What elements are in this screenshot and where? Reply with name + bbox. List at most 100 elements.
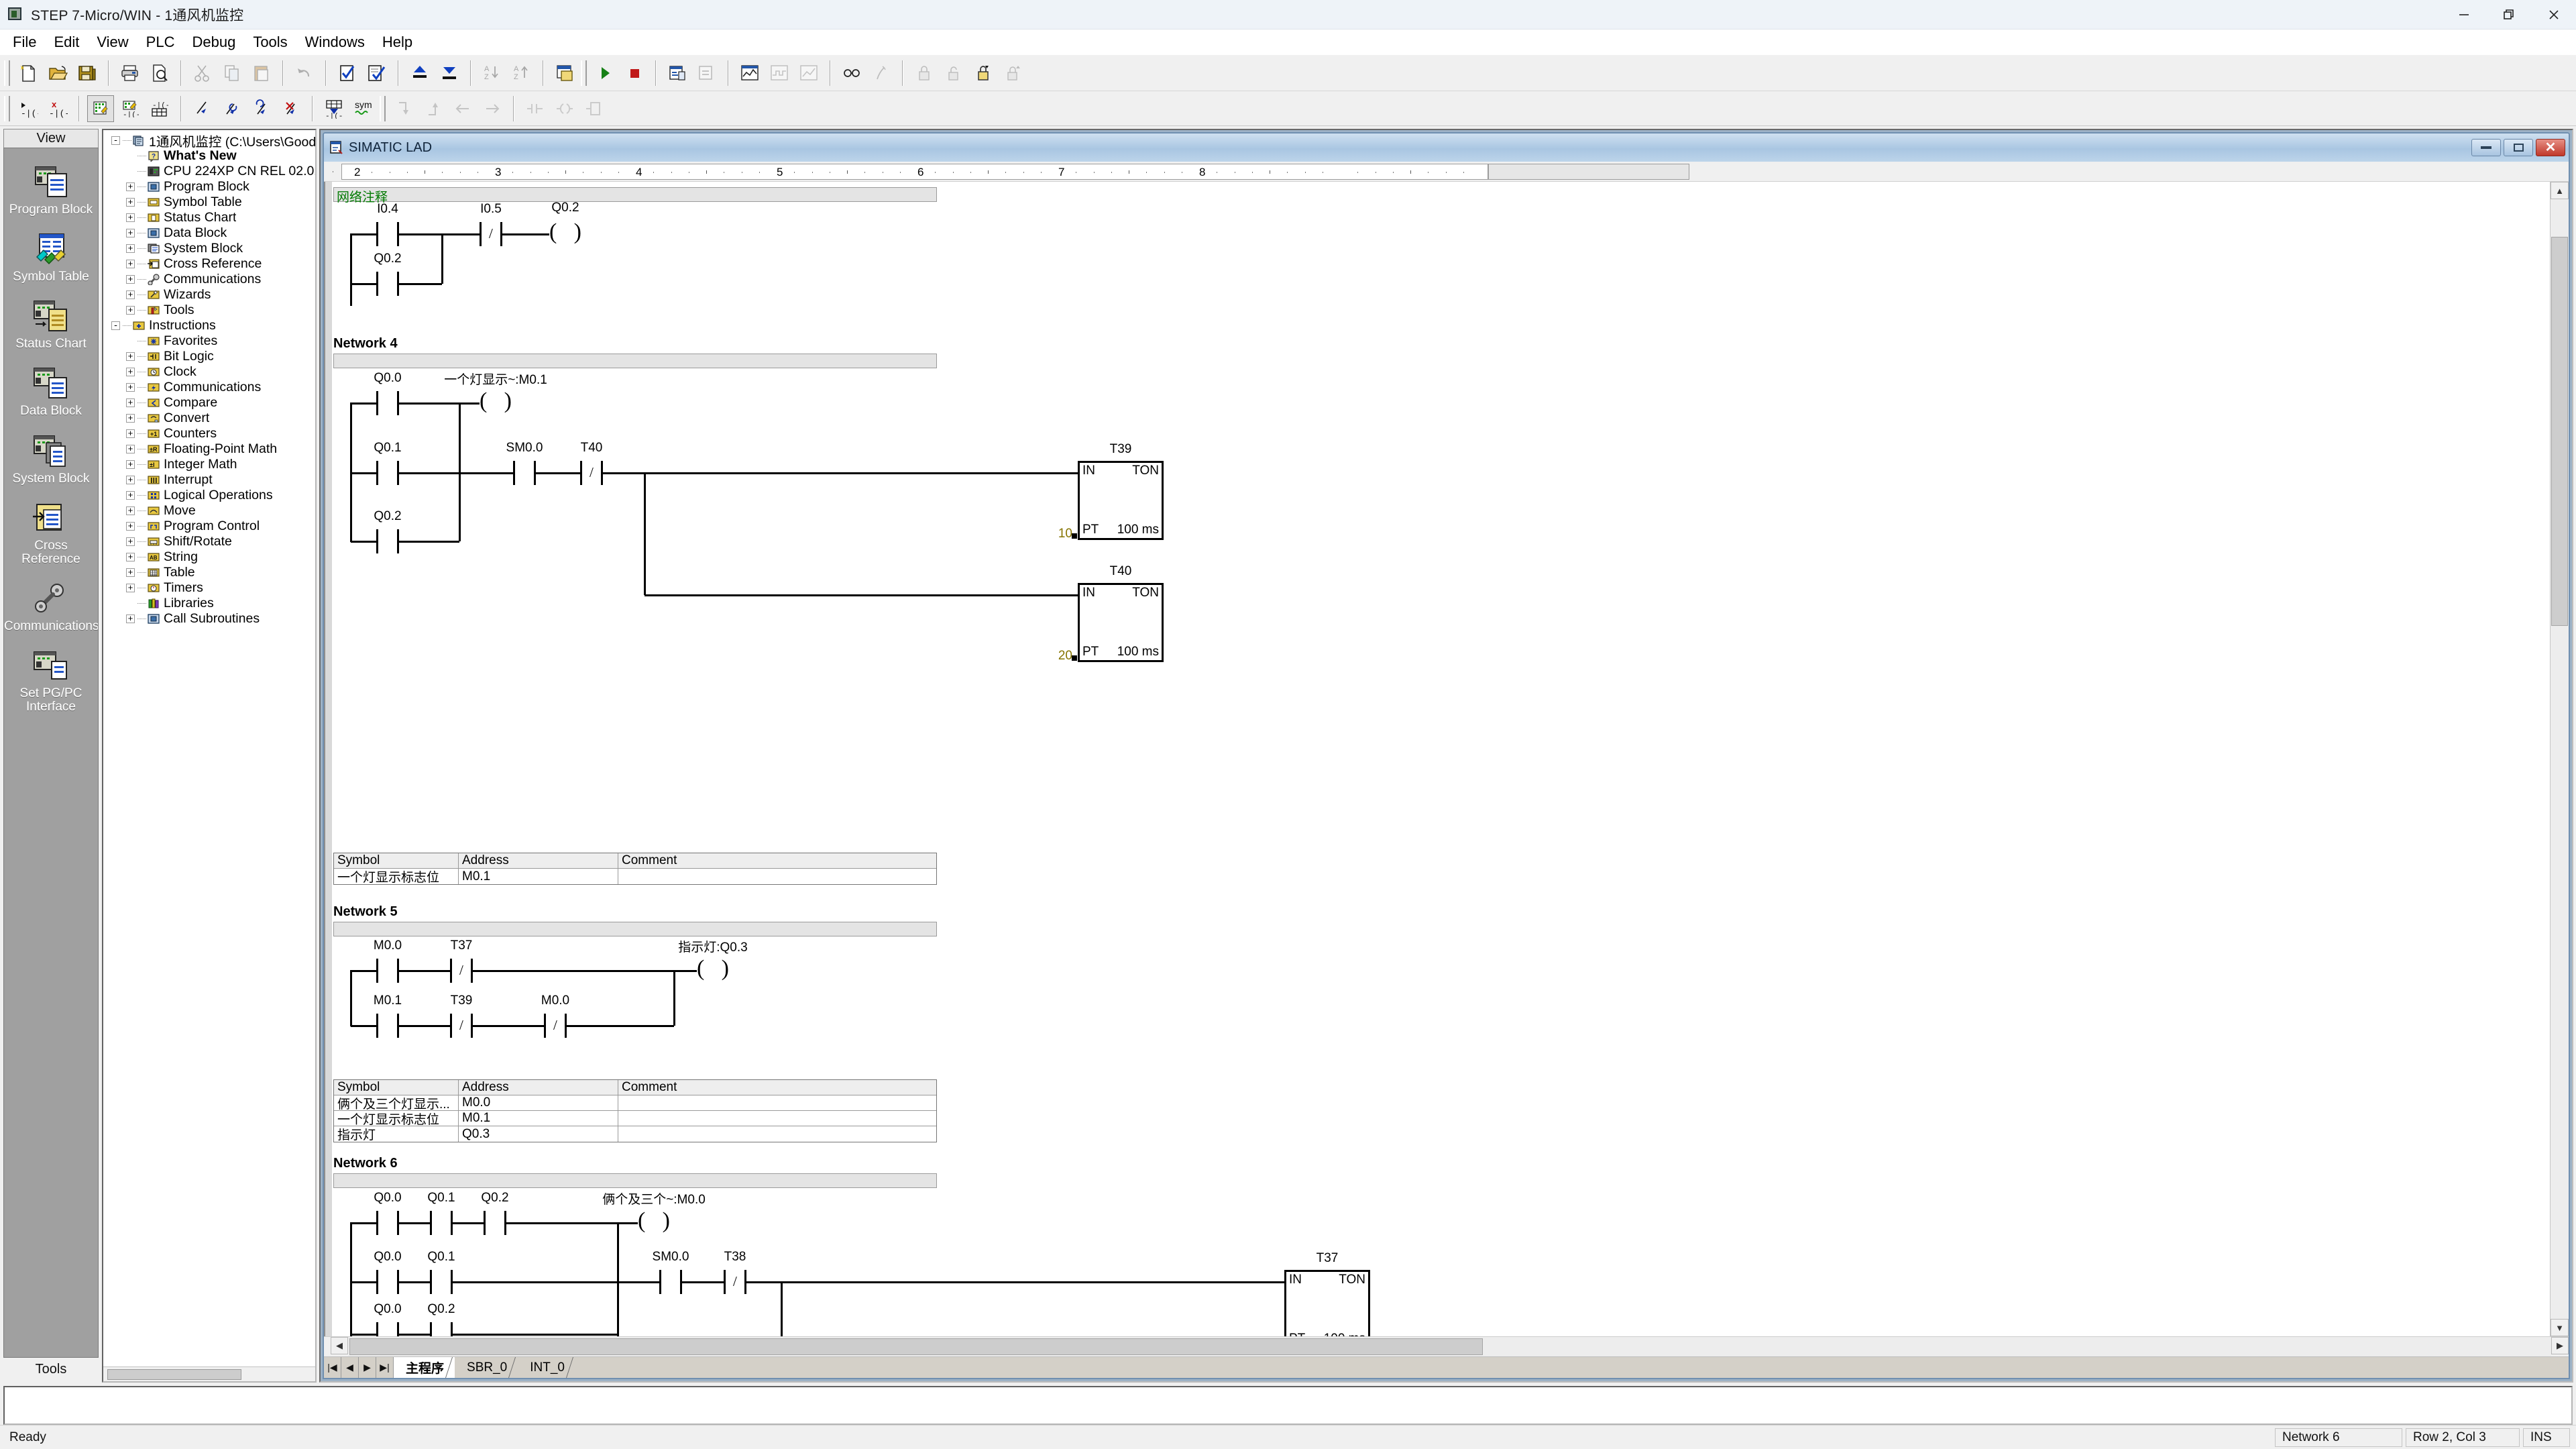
menu-help[interactable]: Help <box>374 32 421 53</box>
network-toggle-icon[interactable]: -|(- <box>15 95 42 122</box>
tree-expand-toggle[interactable]: + <box>126 244 135 253</box>
tree-item-logical-operations[interactable]: + Logical Operations <box>106 488 315 503</box>
normally-open-contact[interactable] <box>430 1211 453 1235</box>
zoom-in-icon[interactable] <box>219 95 245 122</box>
tree-item-communications[interactable]: + Communications <box>106 380 315 395</box>
output-coil[interactable]: () <box>549 220 581 247</box>
tree-expand-toggle[interactable]: + <box>126 213 135 222</box>
tree-item-instructions[interactable]: - Instructions <box>106 318 315 333</box>
normally-closed-contact[interactable]: / <box>580 461 603 485</box>
tree-expand-toggle[interactable]: + <box>126 568 135 577</box>
tree-expand-toggle[interactable]: + <box>126 445 135 453</box>
tree-item-program-control[interactable]: + Program Control <box>106 519 315 534</box>
tree-expand-toggle[interactable]: + <box>126 614 135 623</box>
tree-item-tools[interactable]: + Tools <box>106 303 315 318</box>
tree-item-counters[interactable]: + +1 Counters <box>106 426 315 441</box>
menu-windows[interactable]: Windows <box>296 32 374 53</box>
tree-expand-toggle[interactable]: + <box>126 537 135 546</box>
lad-restore-button[interactable] <box>2504 139 2533 156</box>
menu-tools[interactable]: Tools <box>244 32 296 53</box>
tree-item-floating-point-math[interactable]: + ±R Floating-Point Math <box>106 441 315 457</box>
timer-box[interactable]: IN TON PT 100 ms <box>1078 461 1164 540</box>
normally-open-contact[interactable] <box>376 391 399 415</box>
project-tree[interactable]: - 1通风机监控 (C:\Users\GoodLuc? What's NewCPU … <box>103 130 315 1366</box>
tree-expand-toggle[interactable]: + <box>126 229 135 237</box>
normally-closed-contact[interactable]: / <box>724 1270 746 1294</box>
tree-collapse-toggle[interactable]: - <box>111 321 120 330</box>
tree-item-move[interactable]: + Move <box>106 503 315 519</box>
tree-item-status-chart[interactable]: + Status Chart <box>106 210 315 225</box>
horizontal-scroll-thumb[interactable] <box>349 1338 1483 1355</box>
scroll-right-arrow[interactable]: ▶ <box>2551 1337 2569 1354</box>
run-icon[interactable] <box>592 60 618 87</box>
toolbar-grip[interactable] <box>4 60 10 86</box>
normally-open-contact[interactable] <box>376 461 399 485</box>
tree-expand-toggle[interactable]: + <box>126 383 135 392</box>
network-comment-bar[interactable]: 网络注释 <box>333 187 937 205</box>
view-lad-icon[interactable] <box>87 95 114 122</box>
tree-expand-toggle[interactable]: + <box>126 584 135 592</box>
canvas-vertical-scrollbar[interactable]: ▲ ▼ <box>2550 182 2569 1336</box>
normally-closed-contact[interactable]: / <box>480 222 502 246</box>
compile-icon[interactable] <box>334 60 361 87</box>
tree-item-convert[interactable]: + Convert <box>106 411 315 426</box>
tree-expand-toggle[interactable]: + <box>126 198 135 207</box>
tree-item-data-block[interactable]: + Data Block <box>106 225 315 241</box>
menu-plc[interactable]: PLC <box>137 32 184 53</box>
output-window[interactable] <box>3 1386 2573 1425</box>
toolbar-grip-2[interactable] <box>581 60 587 86</box>
symbol-table-row[interactable]: 一个灯显示标志位 M0.1 <box>334 869 936 884</box>
restore-button[interactable] <box>2486 0 2531 30</box>
normally-open-contact[interactable] <box>659 1270 682 1294</box>
close-button[interactable] <box>2531 0 2576 30</box>
stop-icon[interactable] <box>621 60 648 87</box>
tree-horizontal-scrollbar[interactable] <box>103 1366 315 1381</box>
canvas-horizontal-scrollbar[interactable]: ◀ ▶ <box>324 1336 2569 1356</box>
print-icon[interactable] <box>117 60 144 87</box>
tab-sbr-0[interactable]: SBR_0 <box>455 1357 528 1378</box>
tab-prev-button[interactable]: ◀ <box>341 1357 359 1378</box>
tree-item-what-s-new[interactable]: ? What's New <box>106 148 315 164</box>
zoom-normal-icon[interactable] <box>189 95 216 122</box>
tree-item-timers[interactable]: + Timers <box>106 580 315 596</box>
tab-main-program[interactable]: 主程序 <box>394 1357 465 1378</box>
symbol-table-row[interactable]: 一个灯显示标志位 M0.1 <box>334 1111 936 1126</box>
zoom-out-icon[interactable] <box>248 95 275 122</box>
normally-open-contact[interactable] <box>376 1322 399 1336</box>
tree-expand-toggle[interactable]: + <box>126 429 135 438</box>
chart-status-icon[interactable] <box>736 60 763 87</box>
normally-open-contact[interactable] <box>376 1014 399 1038</box>
tree-item-cross-reference[interactable]: + Cross Reference <box>106 256 315 272</box>
network-comment-bar[interactable] <box>333 354 937 368</box>
tree-expand-toggle[interactable]: + <box>126 460 135 469</box>
save-icon[interactable] <box>74 60 101 87</box>
tree-expand-toggle[interactable]: + <box>126 522 135 531</box>
nav-item-status-chart[interactable]: Status Chart <box>4 299 98 351</box>
tab-int-0[interactable]: INT_0 <box>518 1357 585 1378</box>
view-fbd-icon[interactable]: -|(- <box>117 95 144 122</box>
nav-item-communications[interactable]: Communications <box>4 581 98 633</box>
nav-footer-tools[interactable]: Tools <box>3 1358 99 1381</box>
tree-item-integer-math[interactable]: + ±I Integer Math <box>106 457 315 472</box>
output-coil[interactable]: () <box>480 389 512 416</box>
tree-item-call-subroutines[interactable]: + Call Subroutines <box>106 611 315 627</box>
vertical-scroll-track[interactable] <box>2551 199 2569 1319</box>
normally-closed-contact[interactable]: / <box>450 1014 473 1038</box>
lad-toolbar-grip-2[interactable] <box>380 95 386 121</box>
tree-expand-toggle[interactable]: + <box>126 553 135 561</box>
output-coil[interactable]: () <box>638 1209 670 1236</box>
tab-last-button[interactable]: ▶| <box>376 1357 394 1378</box>
timer-box[interactable]: IN TON PT 100 ms <box>1284 1270 1370 1336</box>
compile-all-icon[interactable] <box>363 60 390 87</box>
tree-item-1-c-users-goodluc[interactable]: - 1通风机监控 (C:\Users\GoodLuc <box>106 133 315 150</box>
tree-expand-toggle[interactable]: + <box>126 398 135 407</box>
tree-expand-toggle[interactable]: + <box>126 352 135 361</box>
normally-open-contact[interactable] <box>430 1322 453 1336</box>
toggle-symbolic-icon[interactable]: sym <box>350 95 377 122</box>
tree-expand-toggle[interactable]: + <box>126 414 135 423</box>
insert-network-icon[interactable]: -|(- <box>321 95 347 122</box>
tree-item-table[interactable]: + Table <box>106 565 315 580</box>
ladder-canvas[interactable]: 网络注释 I0.4/I0.5() Q0.2 Q0.2 Network 4 Q0.0() 一个… <box>324 182 2550 1336</box>
tree-item-cpu-224xp-cn-rel-02-01[interactable]: CPU 224XP CN REL 02.01 <box>106 164 315 179</box>
normally-open-contact[interactable] <box>376 222 399 246</box>
